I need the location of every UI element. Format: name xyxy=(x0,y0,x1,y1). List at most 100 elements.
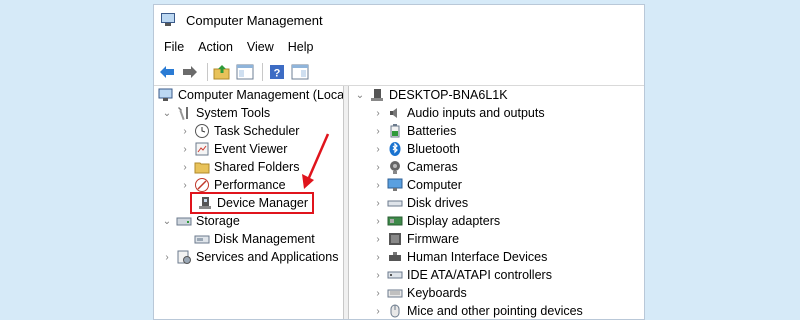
chevron-right-icon[interactable]: › xyxy=(160,250,174,264)
device-category-label: Human Interface Devices xyxy=(407,250,548,264)
menu-view[interactable]: View xyxy=(240,40,281,54)
tree-item-event-viewer[interactable]: › Event Viewer xyxy=(154,140,343,158)
toolbar-separator xyxy=(207,63,208,81)
tree-label: Event Viewer xyxy=(214,142,288,156)
toolbar: ? xyxy=(154,59,644,86)
disk-drive-icon xyxy=(387,195,403,211)
device-category-label: Disk drives xyxy=(407,196,469,210)
speaker-icon xyxy=(387,105,403,121)
menu-help[interactable]: Help xyxy=(281,40,321,54)
storage-icon xyxy=(176,213,192,229)
tree-label: Services and Applications xyxy=(196,250,339,264)
tree-item-system-tools[interactable]: ⌄ System Tools xyxy=(154,104,343,122)
tree-item-task-scheduler[interactable]: › Task Scheduler xyxy=(154,122,343,140)
device-category-label: IDE ATA/ATAPI controllers xyxy=(407,268,552,282)
chevron-right-icon[interactable]: › xyxy=(371,214,385,228)
chevron-right-icon[interactable]: › xyxy=(371,124,385,138)
device-category-label: Bluetooth xyxy=(407,142,460,156)
chevron-right-icon[interactable]: › xyxy=(371,268,385,282)
device-category-item[interactable]: › Mice and other pointing devices xyxy=(349,302,644,319)
tree-item-disk-management[interactable]: Disk Management xyxy=(154,230,343,248)
chevron-right-icon[interactable]: › xyxy=(371,250,385,264)
tree-label: Disk Management xyxy=(214,232,315,246)
services-icon xyxy=(176,249,192,265)
device-category-item[interactable]: › Cameras xyxy=(349,158,644,176)
device-category-label: Batteries xyxy=(407,124,457,138)
event-viewer-icon xyxy=(194,141,210,157)
computer-desktop-icon xyxy=(369,87,385,103)
tools-icon xyxy=(176,105,192,121)
device-category-item[interactable]: › Human Interface Devices xyxy=(349,248,644,266)
up-folder-icon[interactable] xyxy=(212,62,232,82)
tree-item-device-manager[interactable]: Device Manager xyxy=(154,192,343,214)
title-bar: Computer Management xyxy=(154,5,644,35)
tree-label: Device Manager xyxy=(217,196,309,210)
forward-arrow-icon[interactable] xyxy=(180,62,200,82)
properties-icon[interactable] xyxy=(290,62,310,82)
device-category-item[interactable]: › Display adapters xyxy=(349,212,644,230)
performance-icon xyxy=(194,177,210,193)
camera-icon xyxy=(387,159,403,175)
tree-label: Shared Folders xyxy=(214,160,300,174)
chevron-right-icon[interactable]: › xyxy=(371,142,385,156)
device-category-item[interactable]: › IDE ATA/ATAPI controllers xyxy=(349,266,644,284)
device-category-item[interactable]: › Batteries xyxy=(349,122,644,140)
chevron-right-icon[interactable]: › xyxy=(178,124,192,138)
help-icon[interactable]: ? xyxy=(267,62,287,82)
chevron-down-icon[interactable]: ⌄ xyxy=(353,88,367,102)
chevron-right-icon[interactable]: › xyxy=(178,160,192,174)
monitor-icon xyxy=(387,177,403,193)
chevron-right-icon[interactable]: › xyxy=(371,286,385,300)
chevron-down-icon[interactable]: ⌄ xyxy=(160,106,174,120)
computer-name: DESKTOP-BNA6L1K xyxy=(389,88,508,102)
device-category-item[interactable]: › Keyboards xyxy=(349,284,644,302)
device-category-item[interactable]: › Audio inputs and outputs xyxy=(349,104,644,122)
console-tree: Computer Management (Local ⌄ System Tool… xyxy=(154,86,344,319)
toolbar-separator xyxy=(262,63,263,81)
chevron-right-icon[interactable]: › xyxy=(371,106,385,120)
hid-icon xyxy=(387,249,403,265)
firmware-icon xyxy=(387,231,403,247)
back-arrow-icon[interactable] xyxy=(157,62,177,82)
battery-icon xyxy=(387,123,403,139)
chevron-right-icon[interactable]: › xyxy=(371,232,385,246)
chevron-right-icon[interactable]: › xyxy=(371,160,385,174)
computer-management-icon xyxy=(158,87,174,103)
keyboard-icon xyxy=(387,285,403,301)
device-category-item[interactable]: › Computer xyxy=(349,176,644,194)
device-manager-icon xyxy=(197,195,213,211)
disk-management-icon xyxy=(194,231,210,247)
chevron-right-icon[interactable]: › xyxy=(371,304,385,318)
chevron-right-icon[interactable]: › xyxy=(371,196,385,210)
chevron-down-icon[interactable]: ⌄ xyxy=(160,214,174,228)
device-list-pane: ⌄ DESKTOP-BNA6L1K › Audio inputs and out… xyxy=(349,86,644,319)
device-manager-highlight-box[interactable]: Device Manager xyxy=(189,192,315,214)
device-category-item[interactable]: › Bluetooth xyxy=(349,140,644,158)
device-tree-root[interactable]: ⌄ DESKTOP-BNA6L1K xyxy=(349,86,644,104)
tree-item-services-applications[interactable]: › Services and Applications xyxy=(154,248,343,266)
chevron-right-icon[interactable]: › xyxy=(178,178,192,192)
menu-action[interactable]: Action xyxy=(191,40,240,54)
device-category-label: Cameras xyxy=(407,160,458,174)
tree-label: Task Scheduler xyxy=(214,124,300,138)
tree-label: System Tools xyxy=(196,106,271,120)
computer-management-window: Computer Management File Action View Hel… xyxy=(153,4,645,320)
shared-folder-icon xyxy=(194,159,210,175)
menu-file[interactable]: File xyxy=(157,40,191,54)
tree-item-storage[interactable]: ⌄ Storage xyxy=(154,212,343,230)
computer-management-icon xyxy=(160,12,178,28)
tree-label: Performance xyxy=(214,178,286,192)
chevron-right-icon[interactable]: › xyxy=(178,142,192,156)
mouse-icon xyxy=(387,303,403,319)
device-category-label: Mice and other pointing devices xyxy=(407,304,583,318)
device-category-item[interactable]: › Firmware xyxy=(349,230,644,248)
show-hide-tree-icon[interactable] xyxy=(235,62,255,82)
display-adapter-icon xyxy=(387,213,403,229)
tree-item-shared-folders[interactable]: › Shared Folders xyxy=(154,158,343,176)
device-category-item[interactable]: › Disk drives xyxy=(349,194,644,212)
chevron-right-icon[interactable]: › xyxy=(371,178,385,192)
device-category-label: Computer xyxy=(407,178,462,192)
bluetooth-icon xyxy=(387,141,403,157)
tree-item-root[interactable]: Computer Management (Local xyxy=(154,86,343,104)
tree-item-performance[interactable]: › Performance xyxy=(154,176,343,194)
